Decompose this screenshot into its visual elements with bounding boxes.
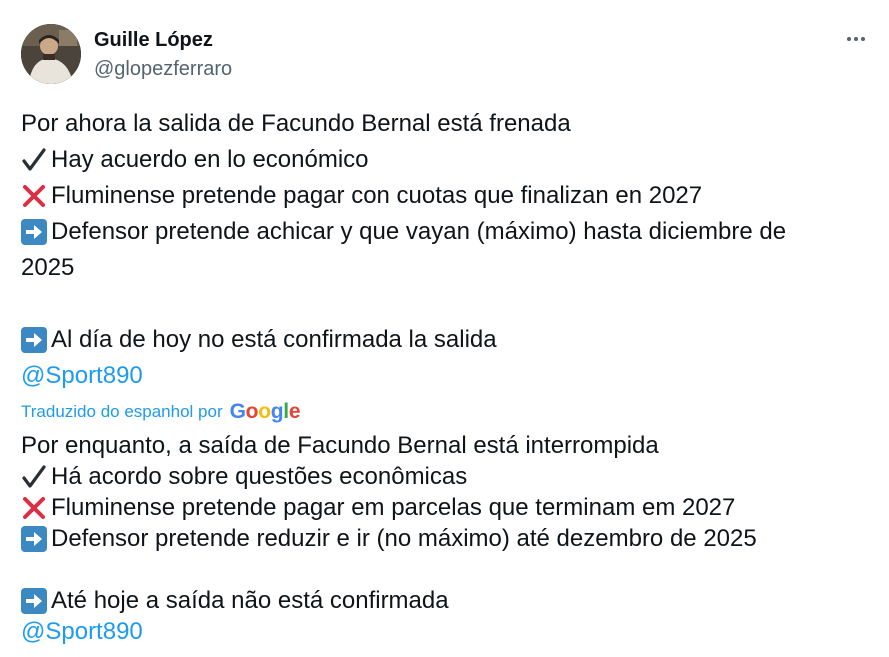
more-options-button[interactable] <box>838 24 874 54</box>
author-handle[interactable]: @glopezferraro <box>94 57 232 81</box>
text-line: 2025 <box>21 254 75 281</box>
text-line: Fluminense pretende pagar em parcelas qu… <box>21 492 871 523</box>
text-line: Há acordo sobre questões econômicas <box>21 461 871 492</box>
translation-label: Traduzido do espanhol por <box>21 402 223 421</box>
right-arrow-icon <box>21 219 47 245</box>
text-line: Até hoje a saída não está confirmada <box>21 585 871 616</box>
mention-link[interactable]: @Sport890 <box>21 358 143 394</box>
cross-mark-icon <box>21 183 47 209</box>
cross-mark-icon <box>21 495 47 521</box>
avatar[interactable] <box>21 24 81 84</box>
text-line: Por enquanto, a saída de Facundo Bernal … <box>21 432 659 459</box>
google-logo: Google <box>229 400 301 423</box>
right-arrow-icon <box>21 327 47 353</box>
author-name[interactable]: Guille López <box>94 28 213 52</box>
text-line: @Sport890 <box>21 616 871 647</box>
text-line: Por ahora la salida de Facundo Bernal es… <box>21 110 571 137</box>
tweet-card: Guille López @glopezferraro Por ahora la… <box>0 0 889 657</box>
text-line: Defensor pretende achicar y que vayan (m… <box>21 214 871 250</box>
translated-text: Por enquanto, a saída de Facundo Bernal … <box>21 430 871 647</box>
text-line: Defensor pretende reduzir e ir (no máxim… <box>21 523 871 554</box>
text-line: Fluminense pretende pagar con cuotas que… <box>21 178 871 214</box>
tweet-text: Por ahora la salida de Facundo Bernal es… <box>21 106 871 394</box>
check-mark-icon <box>21 464 47 490</box>
check-mark-icon <box>21 147 47 173</box>
text-line: Hay acuerdo en lo económico <box>21 142 871 178</box>
right-arrow-icon <box>21 587 47 614</box>
right-arrow-icon <box>21 525 47 552</box>
mention-link[interactable]: @Sport890 <box>21 616 143 647</box>
text-line: @Sport890 <box>21 358 871 394</box>
more-horizontal-icon <box>847 37 865 41</box>
text-line: Al día de hoy no está confirmada la sali… <box>21 322 871 358</box>
translation-attribution[interactable]: Traduzido do espanhol por Google <box>21 400 301 424</box>
